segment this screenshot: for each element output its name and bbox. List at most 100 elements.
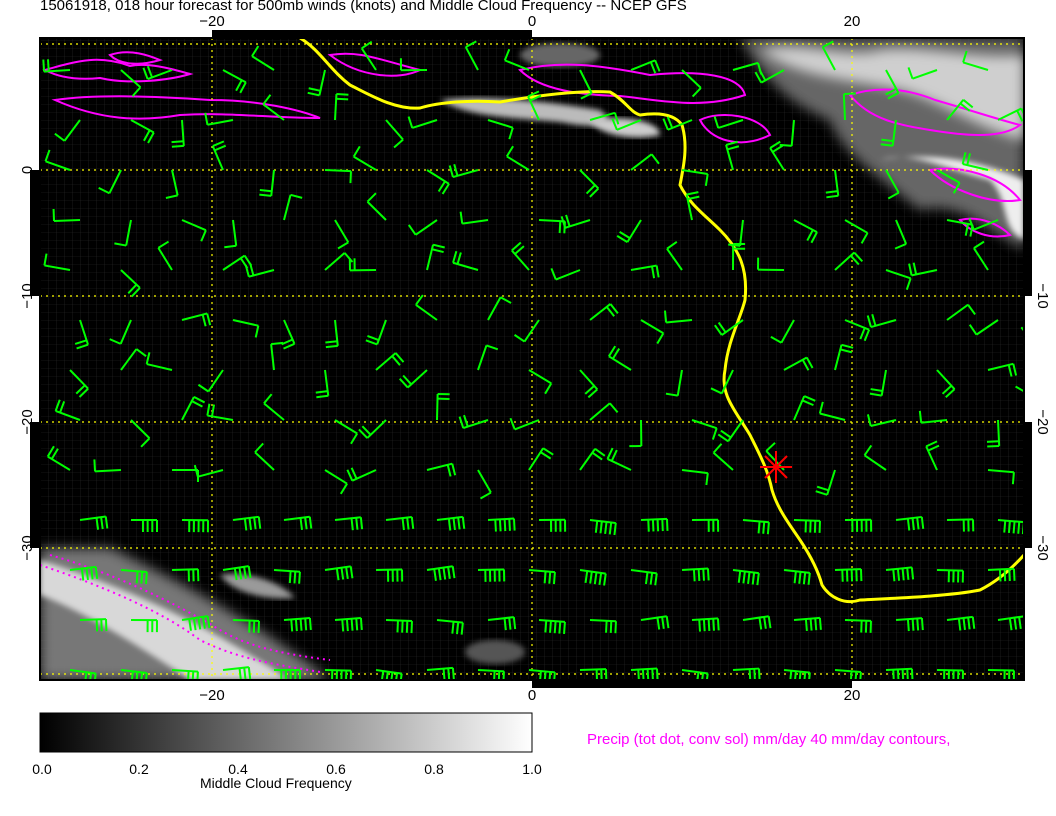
- wind-barb-feather: [451, 621, 455, 634]
- wind-barb-feather: [911, 618, 915, 631]
- colorbar-label: Middle Cloud Frequency: [200, 775, 352, 791]
- wind-barb-feather: [349, 171, 352, 184]
- wind-barb-feather: [998, 569, 1002, 582]
- wind-barb-feather: [1054, 672, 1055, 684]
- wind-barb-feather: [661, 519, 664, 532]
- colorbar: [39, 712, 533, 753]
- wind-barb-feather: [42, 59, 46, 72]
- wind-barb-feather: [594, 520, 599, 533]
- wind-barb-feather: [892, 569, 896, 582]
- wind-barb-feather: [1011, 472, 1015, 485]
- wind-barb-feather: [605, 620, 608, 633]
- wind-barb-feather: [613, 522, 617, 536]
- wind-barb-feather: [171, 144, 184, 148]
- wind-barb-feather: [918, 410, 923, 423]
- lat-left-label-3: −20: [19, 409, 36, 434]
- lat-right-label-2: −20: [1034, 409, 1051, 434]
- wind-barb-feather: [451, 667, 455, 680]
- wind-barb-feather: [512, 617, 517, 630]
- wind-barb-feather: [766, 522, 770, 535]
- wind-barb-feather: [716, 618, 720, 631]
- wind-barb-feather: [1012, 521, 1016, 534]
- wind-barb-feather: [757, 668, 761, 680]
- wind-barb-feather: [608, 522, 613, 535]
- wind-barb-feather: [145, 571, 148, 585]
- colorbar-tick-6: 1.0: [522, 761, 542, 777]
- precip-legend: Precip (tot dot, conv sol) mm/day 40 mm/…: [587, 731, 951, 748]
- wind-barb-shaft: [1049, 620, 1056, 622]
- wind-barb-feather: [558, 621, 562, 634]
- lat-left-label-1: 0: [19, 166, 36, 174]
- lon-bottom-label-2: 0: [528, 687, 536, 704]
- wind-barb-feather: [702, 619, 706, 632]
- wind-barb-shaft: [842, 93, 846, 121]
- wind-barb-feather: [140, 571, 144, 584]
- wind-barb-feather: [457, 517, 461, 530]
- wind-barb-feather: [94, 566, 99, 579]
- wind-barb-feather: [498, 519, 502, 532]
- wind-barb-feather: [497, 671, 501, 680]
- wind-barb-feather: [293, 571, 297, 584]
- wind-barb-shaft: [1029, 320, 1049, 337]
- wind-barb-feather: [238, 668, 242, 680]
- wind-barb-feather: [298, 571, 301, 584]
- wind-barb-feather: [90, 567, 94, 580]
- wind-barb-feather: [187, 670, 190, 680]
- wind-barb-feather: [802, 572, 807, 585]
- wind-barb-feather: [548, 571, 552, 584]
- wind-barb-feather: [804, 618, 808, 632]
- wind-barb-feather: [135, 671, 139, 680]
- lon-top-label-2: 0: [528, 13, 536, 30]
- wind-barb-feather: [135, 571, 139, 584]
- wind-barb-feather: [341, 619, 345, 632]
- wind-barb-feather: [130, 671, 134, 680]
- wind-barb-feather: [563, 621, 566, 634]
- wind-barb-feather: [906, 567, 910, 580]
- wind-barb-feather: [304, 618, 308, 631]
- wind-barb-feather: [647, 519, 650, 532]
- wind-barb-feather: [604, 521, 608, 534]
- wind-barb-feather: [807, 572, 811, 585]
- wind-barb-feather: [906, 518, 911, 531]
- wind-barb-feather: [494, 519, 497, 532]
- wind-barb-feather: [452, 517, 456, 531]
- wind-barb-shaft: [936, 569, 964, 572]
- wind-barb-feather: [609, 620, 613, 634]
- wind-barb-feather: [336, 97, 349, 101]
- wind-barb-feather: [93, 459, 97, 472]
- wind-barb-feather: [247, 667, 252, 680]
- wind-barb-feather: [345, 618, 349, 632]
- wind-barb-feather: [543, 571, 547, 584]
- wind-barb-feather: [46, 59, 50, 72]
- wind-barb-feather: [290, 619, 294, 632]
- wind-barb-feather: [707, 618, 711, 632]
- wind-barb-feather: [288, 571, 292, 584]
- wind-barb-feather: [455, 622, 460, 635]
- wind-barb-shaft: [94, 469, 122, 473]
- wind-barb-feather: [259, 193, 272, 197]
- wind-barb-feather: [191, 671, 195, 680]
- wind-barb-feather: [814, 618, 818, 631]
- wind-barb-shaft: [1039, 70, 1054, 91]
- wind-barb-feather: [818, 617, 822, 630]
- wind-barb-feather: [243, 667, 247, 680]
- wind-barb-feather: [698, 619, 702, 632]
- wind-barb-feather: [401, 517, 405, 531]
- wind-barb-feather: [1049, 488, 1056, 497]
- wind-barb-feather: [697, 568, 701, 582]
- wind-barb-feather: [308, 617, 312, 631]
- wind-barb-feather: [85, 567, 89, 581]
- wind-barb-feather: [920, 618, 924, 631]
- wind-barb-shaft: [232, 619, 260, 622]
- lat-right-label-3: −30: [1034, 535, 1051, 560]
- wind-barb-feather: [145, 672, 148, 680]
- colorbar-tick-1: 0.0: [32, 761, 52, 777]
- wind-barb-feather: [503, 618, 507, 631]
- colorbar-tick-2: 0.2: [129, 761, 149, 777]
- wind-barb-feather: [1045, 671, 1046, 683]
- wind-barb-feather: [1012, 568, 1016, 581]
- wind-barb-feather: [447, 668, 451, 680]
- wind-barb-feather: [798, 571, 802, 584]
- wind-barb-feather: [1050, 671, 1051, 683]
- wind-barb-feather: [336, 93, 349, 96]
